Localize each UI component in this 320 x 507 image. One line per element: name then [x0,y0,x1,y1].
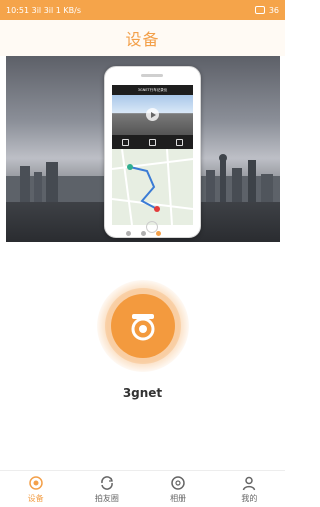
status-right: 36 [254,5,279,15]
tab-label: 相册 [170,493,187,503]
tab-label: 我的 [241,493,258,503]
phone-mockup-image: 3GNET行车记录仪 [104,66,201,238]
snapshot-icon [122,138,129,146]
profile-icon [243,476,256,490]
carousel-dot[interactable] [125,231,131,236]
alarm-icon [254,6,265,14]
banner-carousel[interactable]: 3GNET行车记录仪 [6,56,280,242]
device-camera-button[interactable] [111,294,175,358]
tab-album[interactable]: 相册 [148,472,208,506]
status-time: 10:51 [6,5,30,15]
dashcam-icon [131,314,155,341]
phone-speaker [141,74,163,77]
phone-map-preview [112,148,193,225]
tab-profile[interactable]: 我的 [219,472,279,506]
sync-icon [101,475,113,490]
app-header: 设备 [0,20,285,56]
status-speed: 1 KB/s [55,5,82,15]
album-icon [171,475,185,490]
play-icon [146,108,159,121]
phone-screen: 3GNET行车记录仪 [112,85,193,225]
tab-label: 拍友圈 [94,493,119,503]
status-bar: 10:51 3il 3il 1 KB/s 36 [0,0,285,20]
bottom-tab-bar: 设备 拍友圈 相册 我的 [0,470,285,507]
device-name: 3gnet [122,386,163,400]
tab-label: 设备 [27,493,44,503]
camera-icon [28,475,43,490]
status-left: 10:51 3il 3il 1 KB/s [6,6,81,15]
tab-friends-circle[interactable]: 拍友圈 [77,472,137,506]
phone-screen-title: 3GNET行车记录仪 [112,85,193,95]
tab-device[interactable]: 设备 [6,472,66,506]
location-icon [149,138,156,146]
menu-icon [176,138,183,146]
status-signal: 3il 3il [31,5,54,15]
route-map-icon [112,148,193,225]
phone-toolbar [112,135,193,149]
carousel-dots [6,231,280,236]
device-section: 3gnet [0,280,285,410]
page-title: 设备 [125,30,160,49]
phone-video-preview [112,95,193,135]
carousel-dot[interactable] [140,231,146,236]
carousel-dot-active[interactable] [155,231,161,236]
battery-level: 36 [268,5,279,15]
